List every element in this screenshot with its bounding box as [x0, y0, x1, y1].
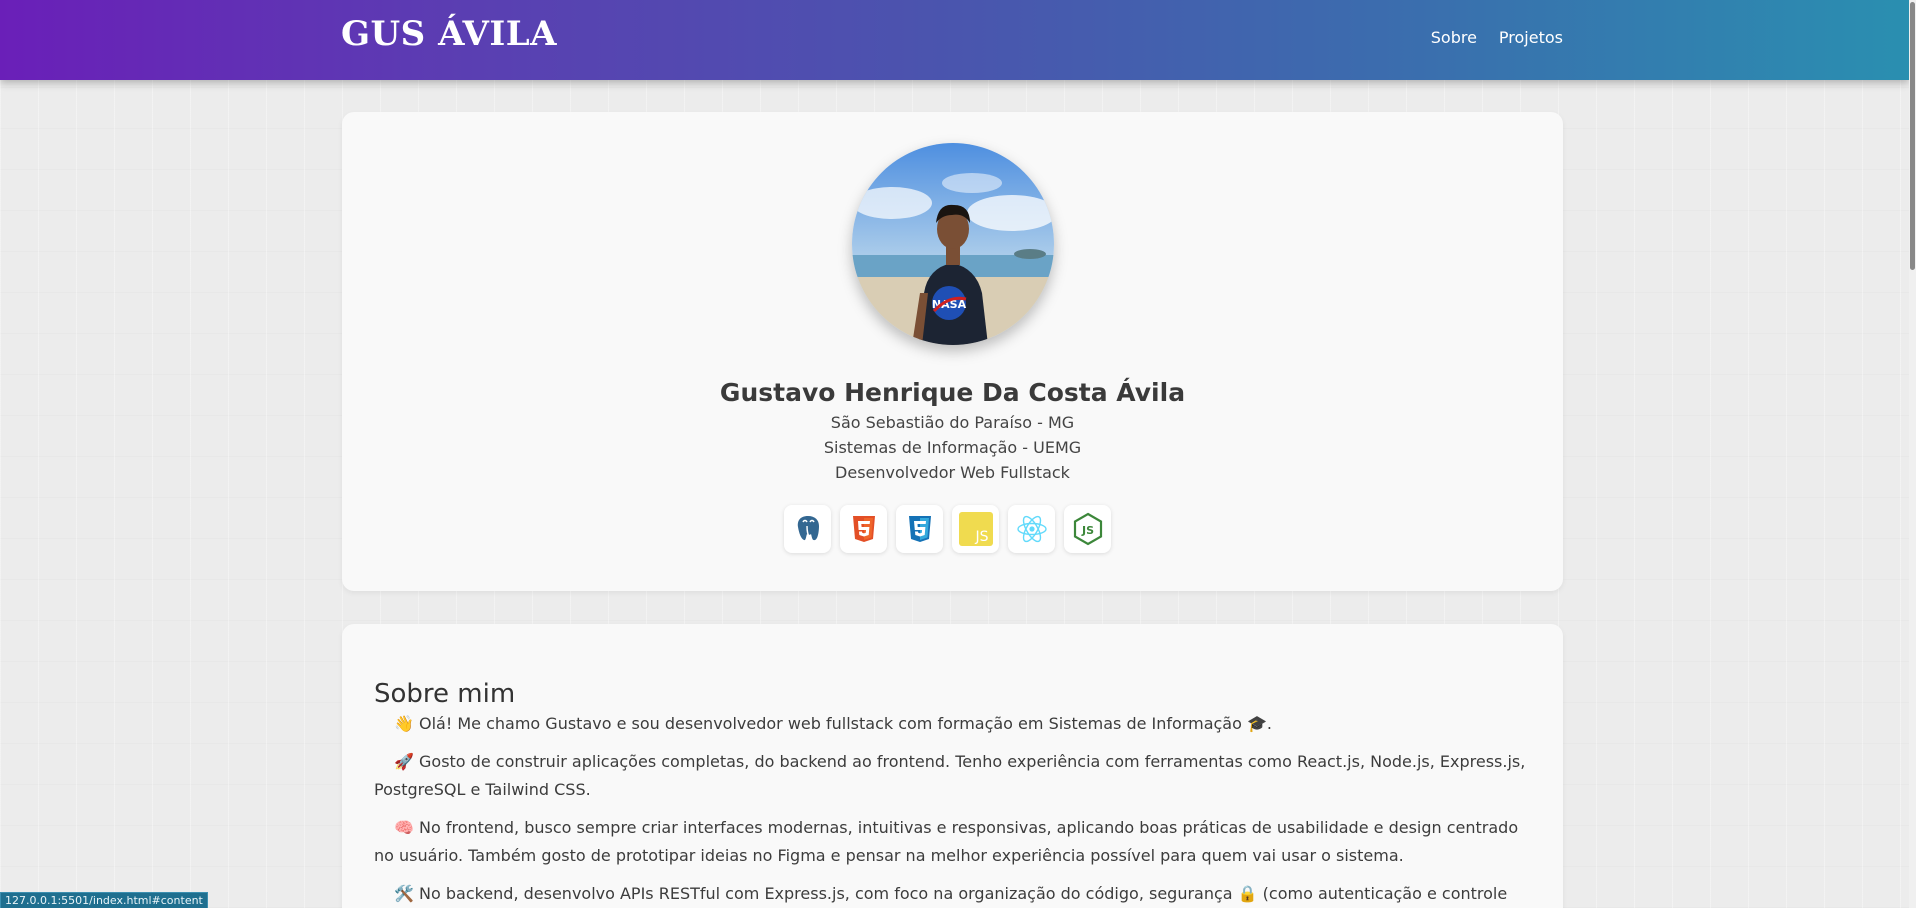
javascript-icon: JS — [952, 505, 999, 553]
about-title: Sobre mim — [374, 678, 516, 709]
profile-location: São Sebastião do Paraíso - MG — [830, 413, 1075, 432]
about-paragraph: 👋 Olá! Me chamo Gustavo e sou desenvolve… — [394, 714, 1272, 733]
main-nav: Sobre Projetos — [1431, 28, 1563, 47]
profile-name: Gustavo Henrique Da Costa Ávila — [719, 378, 1186, 407]
profile-education: Sistemas de Informação - UEMG — [823, 438, 1082, 457]
profile-role: Desenvolvedor Web Fullstack — [835, 463, 1070, 482]
page-scrollbar[interactable] — [1909, 0, 1916, 908]
html5-icon — [840, 505, 887, 553]
site-logo[interactable]: GUS ÁVILA — [341, 14, 557, 54]
svg-text:JS: JS — [1080, 524, 1093, 537]
nodejs-icon: JS — [1064, 505, 1111, 553]
nav-link-sobre[interactable]: Sobre — [1431, 28, 1477, 47]
about-card: Sobre mim 👋 Olá! Me chamo Gustavo e sou … — [342, 624, 1563, 908]
nav-link-projetos[interactable]: Projetos — [1499, 28, 1563, 47]
about-paragraph: 🛠️ No backend, desenvolvo APIs RESTful c… — [394, 884, 1508, 903]
profile-card: NASA Gustavo Henrique Da Costa Ávila São… — [342, 112, 1563, 591]
css3-icon — [896, 505, 943, 553]
svg-text:JS: JS — [974, 529, 988, 545]
about-paragraph: 🚀 Gosto de construir aplicações completa… — [374, 752, 1526, 799]
about-body: 👋 Olá! Me chamo Gustavo e sou desenvolve… — [374, 710, 1532, 908]
react-icon — [1008, 505, 1055, 553]
profile-photo: NASA — [852, 143, 1054, 345]
scrollbar-thumb[interactable] — [1910, 2, 1915, 270]
postgresql-icon — [784, 505, 831, 553]
about-paragraph: 🧠 No frontend, busco sempre criar interf… — [374, 818, 1519, 865]
site-header: GUS ÁVILA Sobre Projetos — [0, 0, 1909, 80]
tech-stack: JS JS — [784, 505, 1111, 553]
status-bar-url: 127.0.0.1:5501/index.html#content — [0, 892, 208, 908]
